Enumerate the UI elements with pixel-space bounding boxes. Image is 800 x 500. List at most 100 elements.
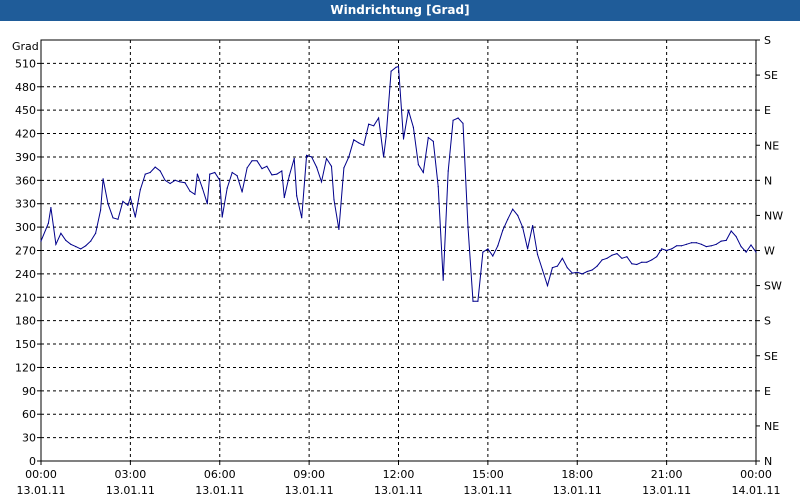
y-tick-label: 180	[15, 315, 36, 328]
data-point	[241, 191, 243, 193]
data-point	[179, 181, 181, 183]
data-point	[566, 267, 568, 269]
data-point	[527, 248, 529, 250]
data-point	[149, 171, 151, 174]
data-point	[154, 166, 156, 168]
data-point	[641, 261, 643, 263]
data-point	[507, 218, 509, 220]
data-point	[102, 178, 104, 180]
data-point	[561, 257, 564, 259]
data-point	[730, 230, 732, 232]
data-point	[90, 240, 92, 242]
x-tick-date: 13.01.11	[553, 484, 602, 497]
data-point	[184, 182, 186, 184]
data-point	[676, 245, 678, 247]
data-point	[477, 300, 479, 302]
data-point	[646, 261, 648, 263]
data-point	[680, 245, 683, 247]
data-point	[517, 214, 519, 216]
data-point	[80, 248, 82, 250]
data-point	[325, 157, 328, 160]
data-point	[442, 279, 444, 281]
data-point	[695, 242, 698, 244]
data-point	[201, 187, 203, 189]
data-point	[127, 204, 129, 206]
data-point	[725, 239, 727, 241]
y-tick-label: 300	[15, 221, 36, 234]
right-tick-label: NE	[764, 420, 779, 433]
data-point	[616, 253, 618, 255]
data-point	[100, 209, 102, 211]
data-point	[596, 265, 598, 267]
y-tick-label: 360	[15, 174, 36, 187]
data-point	[407, 109, 409, 111]
data-point	[740, 246, 742, 248]
x-tick-time: 12:00	[383, 468, 415, 481]
data-point	[353, 139, 355, 141]
y-tick-label: 60	[22, 408, 36, 421]
data-point	[75, 246, 77, 248]
data-point	[164, 179, 166, 181]
data-point	[251, 160, 253, 162]
data-point	[715, 243, 717, 245]
data-point	[311, 156, 313, 158]
right-tick-label: SE	[764, 69, 778, 82]
data-point	[194, 193, 196, 195]
x-tick-time: 00:00	[740, 468, 772, 481]
data-point	[196, 173, 198, 175]
data-point	[720, 240, 722, 242]
x-tick-date: 13.01.11	[374, 484, 423, 497]
data-point	[532, 225, 534, 227]
data-point	[129, 196, 131, 199]
x-tick-time: 21:00	[651, 468, 683, 481]
wind-direction-chart: 0 30 60 90 120 150 180 210 240 270 300 330 360 390 420…	[12, 34, 783, 497]
data-point	[621, 257, 623, 259]
x-tick-date: 13.01.11	[17, 484, 66, 497]
right-tick-label: SW	[764, 280, 782, 293]
data-point	[144, 173, 146, 175]
data-point	[139, 189, 141, 191]
data-point	[636, 263, 638, 266]
y-tick-label: 210	[15, 291, 36, 304]
data-point	[70, 243, 72, 245]
data-point	[209, 173, 211, 175]
data-point	[383, 156, 385, 158]
data-point	[571, 272, 573, 274]
data-point	[522, 226, 524, 228]
y-tick-label: 150	[15, 338, 36, 351]
data-point	[492, 255, 494, 257]
data-point	[266, 165, 268, 167]
data-point	[134, 216, 136, 218]
data-point	[261, 168, 263, 170]
data-point	[437, 186, 439, 188]
right-tick-label: E	[764, 104, 771, 117]
data-point	[50, 207, 52, 209]
data-point	[417, 164, 419, 166]
x-tick-date: 13.01.11	[106, 484, 155, 497]
x-tick-date: 13.01.11	[463, 484, 512, 497]
data-point	[462, 122, 464, 124]
data-point	[122, 200, 124, 202]
data-point	[338, 228, 340, 230]
data-point	[296, 195, 298, 197]
data-point	[378, 117, 380, 119]
data-point	[363, 144, 365, 146]
data-point	[206, 203, 208, 205]
data-point	[626, 256, 628, 258]
data-point	[512, 208, 514, 210]
time-axis: 00:00 13.01.11 03:00 13.01.11 06:00 13.01.11 0…	[17, 461, 780, 497]
data-point	[316, 166, 318, 168]
x-tick-time: 00:00	[25, 468, 57, 481]
data-point	[343, 167, 345, 169]
data-point	[107, 203, 109, 205]
data-point	[700, 243, 703, 245]
data-point	[487, 248, 489, 250]
data-point	[656, 256, 658, 258]
data-point	[288, 175, 290, 177]
right-tick-label: N	[764, 455, 772, 468]
right-tick-label: NW	[764, 209, 783, 222]
data-point	[276, 173, 278, 175]
x-tick-time: 18:00	[561, 468, 593, 481]
data-point	[611, 254, 613, 256]
data-point	[432, 140, 434, 142]
